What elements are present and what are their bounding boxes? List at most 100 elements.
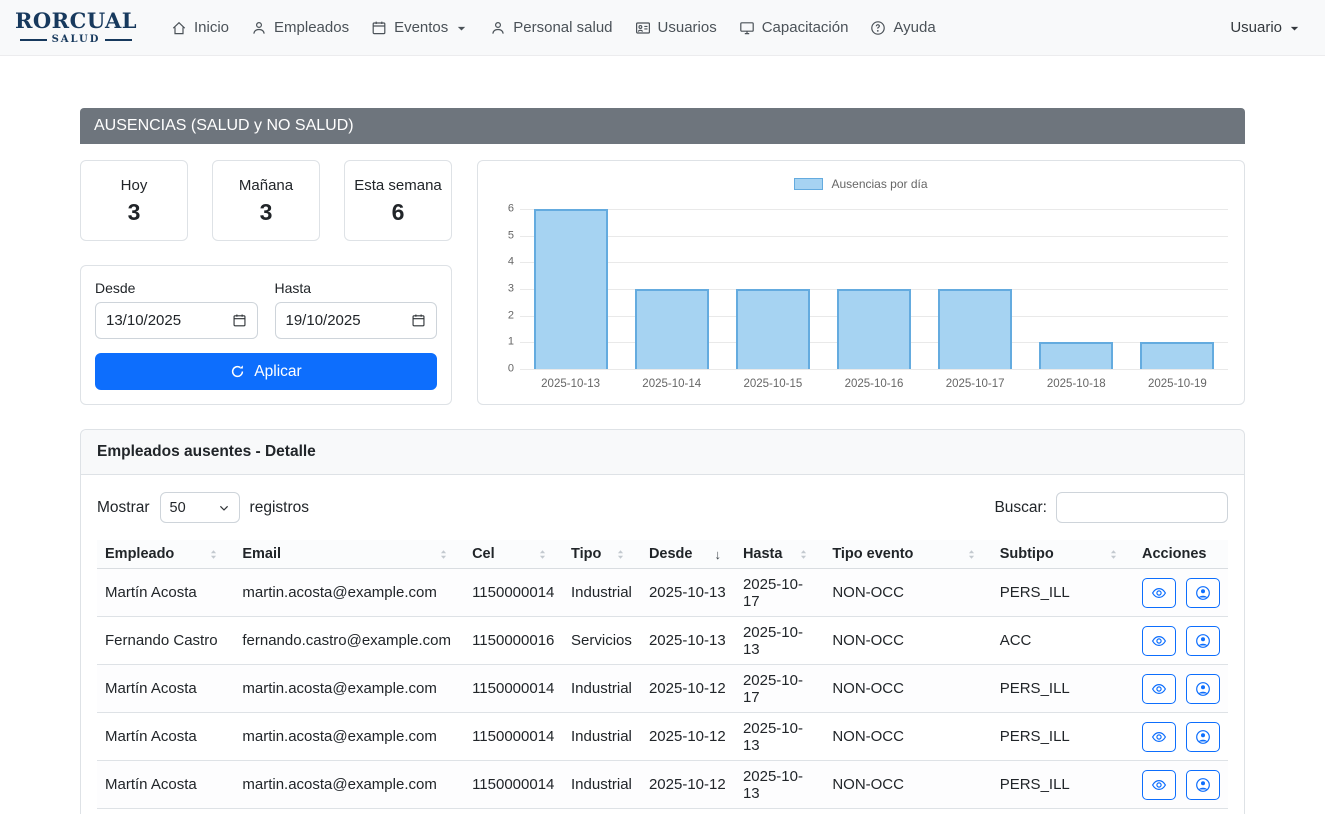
x-axis-label: 2025-10-19 [1127,378,1228,390]
nav-item-empleados[interactable]: Empleados [240,11,360,44]
employee-button[interactable] [1186,674,1220,704]
column-header-tipo-evento[interactable]: Tipo evento [824,540,991,569]
cell-tipo-evento: NON-OCC [824,665,991,713]
column-header-tipo[interactable]: Tipo [563,540,641,569]
records-label: registros [250,499,309,517]
user-menu[interactable]: Usuario [1230,19,1301,36]
column-header-desde[interactable]: Desde↓ [641,540,735,569]
gridline [520,369,1228,370]
column-header-inner: Empleado [105,546,220,562]
brand-logo[interactable]: RORCUAL SALUD [20,10,132,45]
column-header-subtipo[interactable]: Subtipo [992,540,1134,569]
sort-icon [536,548,549,561]
nav-item-label: Eventos [394,19,448,36]
person-circle-icon [1195,777,1211,793]
column-header-inner: Subtipo [1000,546,1120,562]
nav-item-ayuda[interactable]: Ayuda [859,11,946,44]
cell-subtipo: PERS_ILL [992,761,1134,809]
cell-tipo-evento: NON-OCC [824,569,991,617]
column-label: Cel [472,546,495,562]
calendar-icon[interactable] [411,313,426,328]
y-axis-tick: 4 [492,257,514,268]
panel-title: Empleados ausentes - Detalle [81,430,1244,475]
date-to-field: Hasta 19/10/2025 [275,280,438,339]
x-axis-label: 2025-10-14 [621,378,722,390]
person-circle-icon [1195,585,1211,601]
column-header-inner: Tipo evento [832,546,977,562]
question-circle-icon [870,20,886,36]
search-input[interactable] [1056,492,1228,523]
view-button[interactable] [1142,578,1176,608]
calendar-icon[interactable] [232,313,247,328]
bar [736,289,810,369]
chart-body: 0123456 2025-10-132025-10-142025-10-1520… [520,209,1228,390]
cell-subtipo [992,809,1134,814]
column-header-cel[interactable]: Cel [464,540,563,569]
sort-icon [437,548,450,561]
column-header-inner: Tipo [571,546,627,562]
cell-tipo: Industrial [563,761,641,809]
nav-item-capacitacion[interactable]: Capacitación [728,11,860,44]
employee-button[interactable] [1186,770,1220,800]
nav-item-inicio[interactable]: Inicio [160,11,240,44]
eye-icon [1151,681,1167,697]
nav-item-label: Capacitación [762,19,849,36]
cell-tipo: Industrial [563,665,641,713]
x-axis-label: 2025-10-13 [520,378,621,390]
nav-menu: InicioEmpleados Eventos Personal saludUsua… [160,11,947,44]
stat-value: 3 [217,199,315,226]
view-button[interactable] [1142,674,1176,704]
view-button[interactable] [1142,770,1176,800]
cell-cel: 1150000014 [464,569,563,617]
bar-slot [823,209,924,369]
column-header-inner: Hasta [743,546,810,562]
view-button[interactable] [1142,626,1176,656]
cell-tipo-evento: NON-OCC [824,713,991,761]
eye-icon [1151,633,1167,649]
cell-empleado: Martín Acosta [97,665,234,713]
page-length-control: Mostrar 50 registros [97,492,309,523]
cell-email [234,809,464,814]
home-icon [171,20,187,36]
employee-button[interactable] [1186,578,1220,608]
left-column: Hoy3Mañana3Esta semana6 Desde 13/10/2025… [80,160,452,405]
stats-row: Hoy3Mañana3Esta semana6 [80,160,452,241]
date-to-input[interactable]: 19/10/2025 [275,302,438,339]
chevron-down-icon [218,502,230,514]
nav-item-personal-salud[interactable]: Personal salud [479,11,623,44]
cell-subtipo: PERS_ILL [992,569,1134,617]
date-from-input[interactable]: 13/10/2025 [95,302,258,339]
column-header-email[interactable]: Email [234,540,464,569]
apply-button[interactable]: Aplicar [95,353,437,390]
show-label: Mostrar [97,499,150,517]
nav-item-eventos[interactable]: Eventos [360,11,479,44]
column-label: Tipo [571,546,601,562]
column-header-inner: Cel [472,546,549,562]
stat-value: 6 [349,199,447,226]
main-content: AUSENCIAS (SALUD y NO SALUD) Hoy3Mañana3… [80,108,1245,814]
employee-button[interactable] [1186,722,1220,752]
column-header-empleado[interactable]: Empleado [97,540,234,569]
view-button[interactable] [1142,722,1176,752]
cell-tipo: Servicios [563,617,641,665]
column-header-hasta[interactable]: Hasta [735,540,824,569]
stat-card-esta-semana: Esta semana6 [344,160,452,241]
cell-acciones [1134,713,1228,761]
table-row: Fernando Castrofernando.castro@example.c… [97,617,1228,665]
bar-slot [1127,209,1228,369]
cell-subtipo: PERS_ILL [992,713,1134,761]
cell-tipo: Industrial [563,713,641,761]
brand-line-right [105,39,132,41]
eye-icon [1151,585,1167,601]
employee-button[interactable] [1186,626,1220,656]
nav-item-usuarios[interactable]: Usuarios [624,11,728,44]
cell-email: martin.acosta@example.com [234,761,464,809]
column-label: Desde [649,546,693,562]
cell-hasta: 2025-10-17 [735,665,824,713]
cell-acciones [1134,665,1228,713]
cell-hasta [735,809,824,814]
chart-legend[interactable]: Ausencias por día [492,177,1230,191]
actions-cell [1142,761,1220,808]
page-length-select[interactable]: 50 [160,492,240,523]
caret-down-icon [455,22,468,35]
